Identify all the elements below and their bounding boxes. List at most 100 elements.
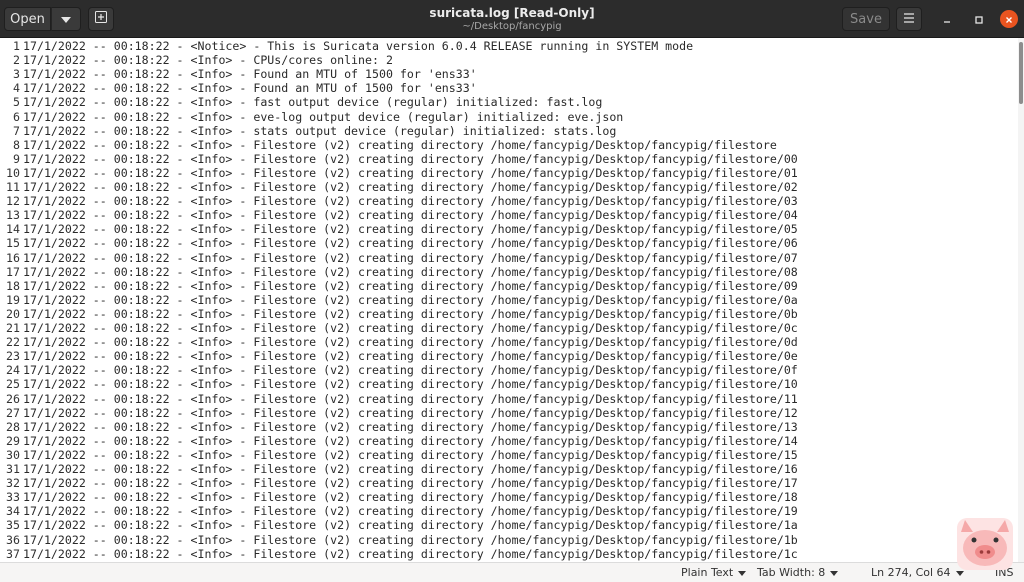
line-text: 17/1/2022 -- 00:18:22 - <Info> - Filesto…	[23, 377, 798, 392]
line-text: 17/1/2022 -- 00:18:22 - <Info> - Filesto…	[23, 335, 798, 350]
line-text: 17/1/2022 -- 00:18:22 - <Info> - Filesto…	[23, 321, 798, 335]
line-text: 17/1/2022 -- 00:18:22 - <Info> - Filesto…	[23, 391, 798, 406]
line-text: 17/1/2022 -- 00:18:22 - <Info> - Filesto…	[23, 349, 798, 364]
line-text: 17/1/2022 -- 00:18:22 - <Info> - Filesto…	[23, 419, 798, 434]
chevron-down-icon	[830, 570, 839, 576]
line-text: 17/1/2022 -- 00:18:22 - <Info> - Filesto…	[23, 250, 798, 265]
maximize-button[interactable]	[970, 10, 988, 28]
line-text: 17/1/2022 -- 00:18:22 - <Notice> - This …	[23, 39, 694, 53]
tab-width-selector[interactable]: Tab Width: 8	[757, 565, 839, 580]
line-text: 17/1/2022 -- 00:18:22 - <Info> - Filesto…	[23, 194, 798, 209]
line-text: 17/1/2022 -- 00:18:22 - <Info> - Filesto…	[23, 306, 798, 321]
chevron-down-icon	[61, 12, 71, 27]
line-number: 25	[6, 377, 20, 392]
line-text: 17/1/2022 -- 00:18:22 - <Info> - Filesto…	[23, 462, 798, 476]
line-text: 17/1/2022 -- 00:18:22 - <Info> - Filesto…	[23, 476, 798, 491]
line-number: 19	[6, 292, 20, 307]
new-tab-icon	[95, 11, 107, 27]
line-number: 1	[13, 39, 20, 53]
line-number: 22	[6, 335, 20, 350]
line-text: 17/1/2022 -- 00:18:22 - <Info> - Filesto…	[23, 292, 798, 307]
line-number: 6	[13, 109, 20, 124]
line-text: 17/1/2022 -- 00:18:22 - <Info> - Filesto…	[23, 151, 798, 166]
minimize-icon	[942, 10, 952, 29]
line-number: 7	[13, 123, 20, 138]
line-text: 17/1/2022 -- 00:18:22 - <Info> - eve-log…	[23, 109, 624, 124]
minimize-button[interactable]	[938, 10, 956, 28]
chevron-down-icon	[738, 570, 747, 576]
line-number: 37	[6, 546, 20, 561]
line-number: 27	[6, 405, 20, 420]
line-number: 28	[6, 419, 20, 434]
line-text: 17/1/2022 -- 00:18:22 - <Info> - Filesto…	[23, 222, 798, 237]
gedit-window: Open suricata.log [Read-Only] ~/Desktop/…	[0, 0, 1024, 582]
line-number: 10	[6, 165, 20, 180]
line-text: 17/1/2022 -- 00:18:22 - <Info> - Filesto…	[23, 137, 777, 152]
tab-width-label: Tab Width: 8	[757, 566, 826, 579]
line-text: 17/1/2022 -- 00:18:22 - <Info> - Filesto…	[23, 546, 798, 561]
line-number: 16	[6, 250, 20, 265]
line-text: 17/1/2022 -- 00:18:22 - <Info> - Filesto…	[23, 363, 798, 378]
line-text: 17/1/2022 -- 00:18:22 - <Info> - Filesto…	[23, 180, 798, 194]
scrollbar-thumb[interactable]	[1019, 42, 1023, 104]
line-number: 29	[6, 433, 20, 448]
open-menu-button[interactable]	[51, 7, 81, 31]
line-number: 24	[6, 363, 20, 378]
header-bar: Open suricata.log [Read-Only] ~/Desktop/…	[0, 0, 1024, 38]
line-number: 12	[6, 194, 20, 209]
line-text: 17/1/2022 -- 00:18:22 - <Info> - Filesto…	[23, 405, 798, 420]
main-menu-button[interactable]	[896, 7, 922, 31]
line-text: 17/1/2022 -- 00:18:22 - <Info> - Found a…	[23, 67, 477, 82]
line-text: 17/1/2022 -- 00:18:22 - <Info> - Found a…	[23, 81, 477, 96]
save-button[interactable]: Save	[842, 7, 890, 31]
line-number: 35	[6, 518, 20, 533]
line-text: 17/1/2022 -- 00:18:22 - <Info> - Filesto…	[23, 447, 798, 462]
line-text: 17/1/2022 -- 00:18:22 - <Info> - Filesto…	[23, 532, 798, 547]
line-number: 17	[6, 264, 20, 279]
new-tab-button[interactable]	[88, 7, 114, 31]
language-label: Plain Text	[681, 566, 734, 579]
line-number: 3	[13, 67, 20, 82]
line-number: 11	[6, 180, 20, 194]
line-text: 17/1/2022 -- 00:18:22 - <Info> - CPUs/co…	[23, 53, 393, 68]
line-text: 17/1/2022 -- 00:18:22 - <Info> - Filesto…	[23, 208, 798, 223]
maximize-icon	[974, 10, 984, 29]
pig-logo-icon	[955, 514, 1015, 572]
line-number: 21	[6, 321, 20, 335]
cursor-position-selector[interactable]: Ln 274, Col 64	[871, 565, 964, 580]
line-number: 30	[6, 447, 20, 462]
line-text: 17/1/2022 -- 00:18:22 - <Info> - stats o…	[23, 123, 617, 138]
close-button[interactable]	[1000, 10, 1018, 28]
line-number: 15	[6, 236, 20, 251]
line-number: 9	[13, 151, 20, 166]
status-bar: Plain Text Tab Width: 8 Ln 274, Col 64 I…	[0, 562, 1024, 582]
line-number: 8	[13, 137, 20, 152]
open-button-label: Open	[10, 11, 45, 27]
hamburger-menu-icon	[903, 12, 915, 27]
close-icon	[1004, 10, 1014, 29]
line-number: 2	[13, 53, 20, 68]
line-number: 31	[6, 462, 20, 476]
line-number: 5	[13, 95, 20, 110]
language-selector[interactable]: Plain Text	[681, 565, 747, 580]
line-text: 17/1/2022 -- 00:18:22 - <Info> - Filesto…	[23, 433, 798, 448]
line-text: 17/1/2022 -- 00:18:22 - <Info> - Filesto…	[23, 165, 798, 180]
line-text: 17/1/2022 -- 00:18:22 - <Info> - Filesto…	[23, 490, 798, 505]
window-subtitle: ~/Desktop/fancypig	[462, 21, 562, 32]
line-text: 17/1/2022 -- 00:18:22 - <Info> - fast ou…	[23, 95, 603, 110]
open-button[interactable]: Open	[4, 7, 51, 31]
text-editor-area[interactable]: 1 17/1/2022 -- 00:18:22 - <Notice> - This…	[0, 38, 1018, 562]
vertical-scrollbar[interactable]	[1018, 38, 1024, 562]
line-number: 34	[6, 504, 20, 519]
line-number: 4	[13, 81, 20, 96]
line-text: 17/1/2022 -- 00:18:22 - <Info> - Filesto…	[23, 264, 798, 279]
line-number: 36	[6, 532, 20, 547]
line-text: 17/1/2022 -- 00:18:22 - <Info> - Filesto…	[23, 278, 798, 293]
window-title: suricata.log [Read-Only]	[429, 6, 595, 20]
line-number: 23	[6, 349, 20, 364]
line-text: 17/1/2022 -- 00:18:22 - <Info> - Filesto…	[23, 504, 798, 519]
line-number: 14	[6, 222, 20, 237]
line-number: 26	[6, 391, 20, 406]
window-title-block: suricata.log [Read-Only] ~/Desktop/fancy…	[362, 5, 662, 33]
line-number: 13	[6, 208, 20, 223]
